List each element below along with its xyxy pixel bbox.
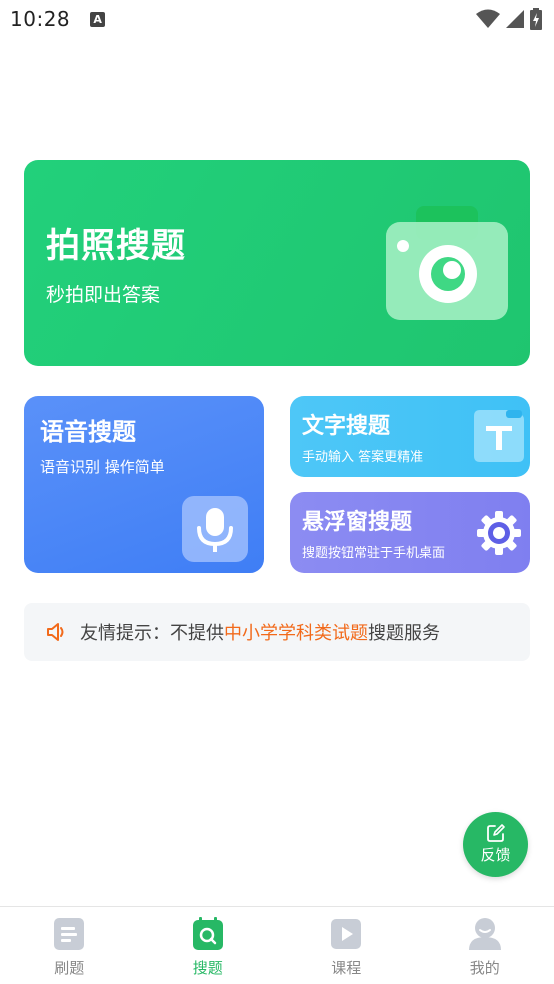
document-icon: [54, 918, 85, 950]
notice-suffix: 搜题服务: [368, 623, 440, 644]
nav-label-search: 搜题: [192, 959, 223, 977]
feedback-label: 反馈: [480, 846, 511, 864]
user-icon: [468, 918, 501, 950]
feedback-button[interactable]: 反馈: [463, 812, 528, 877]
text-search-subtitle: 手动输入 答案更精准: [302, 450, 424, 465]
notice-text: 友情提示：不提供中小学学科类试题搜题服务: [80, 619, 440, 645]
play-icon: [331, 919, 362, 949]
nav-label-mine: 我的: [469, 959, 500, 977]
voice-search-card[interactable]: 语音搜题 语音识别 操作简单: [24, 396, 264, 573]
nav-label-practice: 刷题: [54, 959, 85, 977]
nav-item-practice[interactable]: 刷题: [0, 907, 139, 984]
nav-item-mine[interactable]: 我的: [416, 907, 554, 984]
speaker-icon: [47, 623, 64, 641]
nav-item-search[interactable]: 搜题: [139, 907, 278, 984]
floating-window-search-subtitle: 搜题按钮常驻于手机桌面: [302, 546, 446, 561]
photo-search-subtitle: 秒拍即出答案: [46, 284, 161, 306]
gear-icon: [477, 511, 521, 555]
notice-highlight: 中小学学科类试题: [224, 623, 368, 644]
search-calendar-icon: [192, 917, 223, 950]
camera-icon: [386, 206, 508, 320]
battery-charging-icon: [530, 8, 542, 30]
status-time: 10:28: [10, 7, 71, 31]
notice-bar: 友情提示：不提供中小学学科类试题搜题服务: [24, 603, 530, 661]
floating-window-search-card[interactable]: 悬浮窗搜题 搜题按钮常驻于手机桌面: [290, 492, 530, 573]
voice-search-title: 语音搜题: [40, 418, 136, 446]
photo-search-card[interactable]: 拍照搜题 秒拍即出答案: [24, 160, 530, 366]
signal-icon: [506, 10, 524, 28]
notice-prefix: 友情提示：不提供: [80, 623, 224, 644]
nav-label-courses: 课程: [331, 959, 362, 977]
wifi-icon: [476, 9, 500, 28]
status-bar: 10:28 A: [0, 0, 554, 38]
microphone-icon: [182, 496, 248, 562]
floating-window-search-title: 悬浮窗搜题: [302, 510, 413, 535]
nav-item-courses[interactable]: 课程: [277, 907, 416, 984]
text-t-icon: [474, 410, 524, 462]
voice-search-subtitle: 语音识别 操作简单: [40, 458, 165, 476]
text-search-card[interactable]: 文字搜题 手动输入 答案更精准: [290, 396, 530, 477]
bottom-nav: 刷题 搜题 课程 我的: [0, 906, 554, 984]
photo-search-title: 拍照搜题: [46, 226, 186, 266]
notification-icon: A: [90, 11, 106, 27]
text-search-title: 文字搜题: [302, 414, 391, 439]
edit-icon: [486, 824, 505, 842]
status-indicators: [476, 8, 542, 30]
